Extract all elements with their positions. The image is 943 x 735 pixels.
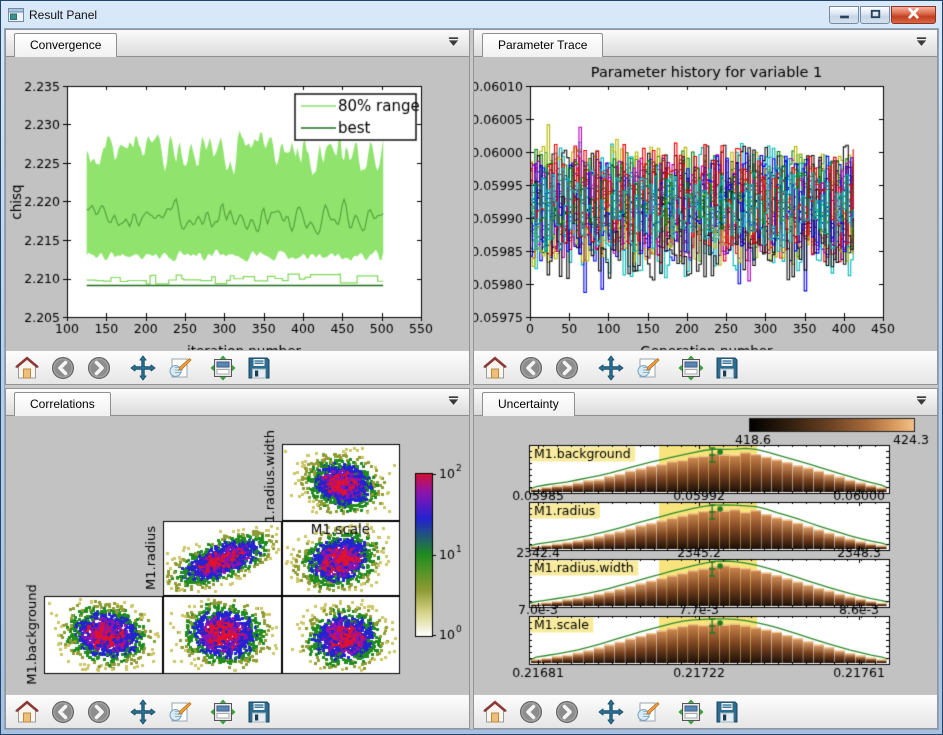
titlebar[interactable]: Result Panel bbox=[1, 1, 942, 28]
minimize-button[interactable] bbox=[829, 6, 859, 24]
toolbar-back-button[interactable] bbox=[50, 699, 76, 725]
toolbar-customize-button[interactable] bbox=[166, 699, 192, 725]
panel-convergence: Convergence bbox=[5, 29, 470, 385]
uncertainty-toolbar bbox=[474, 694, 937, 728]
tab-parameter-trace[interactable]: Parameter Trace bbox=[482, 33, 603, 57]
tab-menu-button[interactable] bbox=[911, 394, 931, 410]
trace-tabbar: Parameter Trace bbox=[474, 30, 937, 57]
toolbar-save-button[interactable] bbox=[714, 699, 740, 725]
correlations-tabbar: Correlations bbox=[6, 389, 469, 416]
correlations-plot[interactable] bbox=[6, 416, 469, 694]
toolbar-home-button[interactable] bbox=[482, 355, 508, 381]
app-icon bbox=[8, 7, 24, 23]
minimize-icon bbox=[839, 6, 850, 24]
maximize-icon bbox=[870, 6, 881, 24]
tab-menu-button[interactable] bbox=[443, 394, 463, 410]
toolbar-forward-button[interactable] bbox=[554, 355, 580, 381]
maximize-button[interactable] bbox=[860, 6, 890, 24]
panel-uncertainty: Uncertainty bbox=[473, 388, 938, 729]
panel-parameter-trace: Parameter Trace bbox=[473, 29, 938, 385]
uncertainty-plot[interactable] bbox=[474, 416, 937, 694]
tab-uncertainty[interactable]: Uncertainty bbox=[482, 392, 575, 416]
toolbar-home-button[interactable] bbox=[14, 355, 40, 381]
toolbar-subplots-button[interactable] bbox=[678, 699, 704, 725]
toolbar-back-button[interactable] bbox=[50, 355, 76, 381]
window-controls bbox=[829, 6, 936, 24]
correlations-toolbar bbox=[6, 694, 469, 728]
toolbar-back-button[interactable] bbox=[518, 699, 544, 725]
tab-menu-icon bbox=[916, 34, 927, 52]
toolbar-home-button[interactable] bbox=[14, 699, 40, 725]
convergence-toolbar bbox=[6, 350, 469, 384]
toolbar-pan-button[interactable] bbox=[598, 355, 624, 381]
correlations-figure bbox=[6, 416, 469, 694]
toolbar-customize-button[interactable] bbox=[634, 699, 660, 725]
trace-figure bbox=[474, 57, 937, 350]
toolbar-forward-button[interactable] bbox=[86, 355, 112, 381]
close-icon bbox=[907, 6, 920, 24]
toolbar-back-button[interactable] bbox=[518, 355, 544, 381]
toolbar-pan-button[interactable] bbox=[130, 699, 156, 725]
toolbar-subplots-button[interactable] bbox=[210, 699, 236, 725]
trace-toolbar bbox=[474, 350, 937, 384]
trace-plot[interactable] bbox=[474, 57, 937, 350]
tab-menu-button[interactable] bbox=[443, 35, 463, 51]
convergence-figure bbox=[6, 57, 469, 350]
uncertainty-figure bbox=[474, 416, 937, 694]
toolbar-subplots-button[interactable] bbox=[678, 355, 704, 381]
toolbar-save-button[interactable] bbox=[246, 355, 272, 381]
convergence-tabbar: Convergence bbox=[6, 30, 469, 57]
tab-menu-icon bbox=[448, 393, 459, 411]
dock-area: Convergence Parameter Trace Correlations bbox=[4, 28, 939, 730]
toolbar-save-button[interactable] bbox=[246, 699, 272, 725]
toolbar-pan-button[interactable] bbox=[598, 699, 624, 725]
toolbar-forward-button[interactable] bbox=[554, 699, 580, 725]
toolbar-save-button[interactable] bbox=[714, 355, 740, 381]
window-title: Result Panel bbox=[29, 8, 829, 22]
tab-menu-button[interactable] bbox=[911, 35, 931, 51]
close-button[interactable] bbox=[891, 6, 936, 24]
toolbar-customize-button[interactable] bbox=[634, 355, 660, 381]
panel-correlations: Correlations bbox=[5, 388, 470, 729]
tab-menu-icon bbox=[916, 393, 927, 411]
convergence-plot[interactable] bbox=[6, 57, 469, 350]
result-panel-window: Result Panel Convergence Parameter Trace bbox=[0, 0, 943, 735]
toolbar-customize-button[interactable] bbox=[166, 355, 192, 381]
toolbar-forward-button[interactable] bbox=[86, 699, 112, 725]
tab-convergence[interactable]: Convergence bbox=[14, 33, 117, 57]
toolbar-pan-button[interactable] bbox=[130, 355, 156, 381]
tab-menu-icon bbox=[448, 34, 459, 52]
tab-correlations[interactable]: Correlations bbox=[14, 392, 111, 416]
toolbar-subplots-button[interactable] bbox=[210, 355, 236, 381]
toolbar-home-button[interactable] bbox=[482, 699, 508, 725]
uncertainty-tabbar: Uncertainty bbox=[474, 389, 937, 416]
